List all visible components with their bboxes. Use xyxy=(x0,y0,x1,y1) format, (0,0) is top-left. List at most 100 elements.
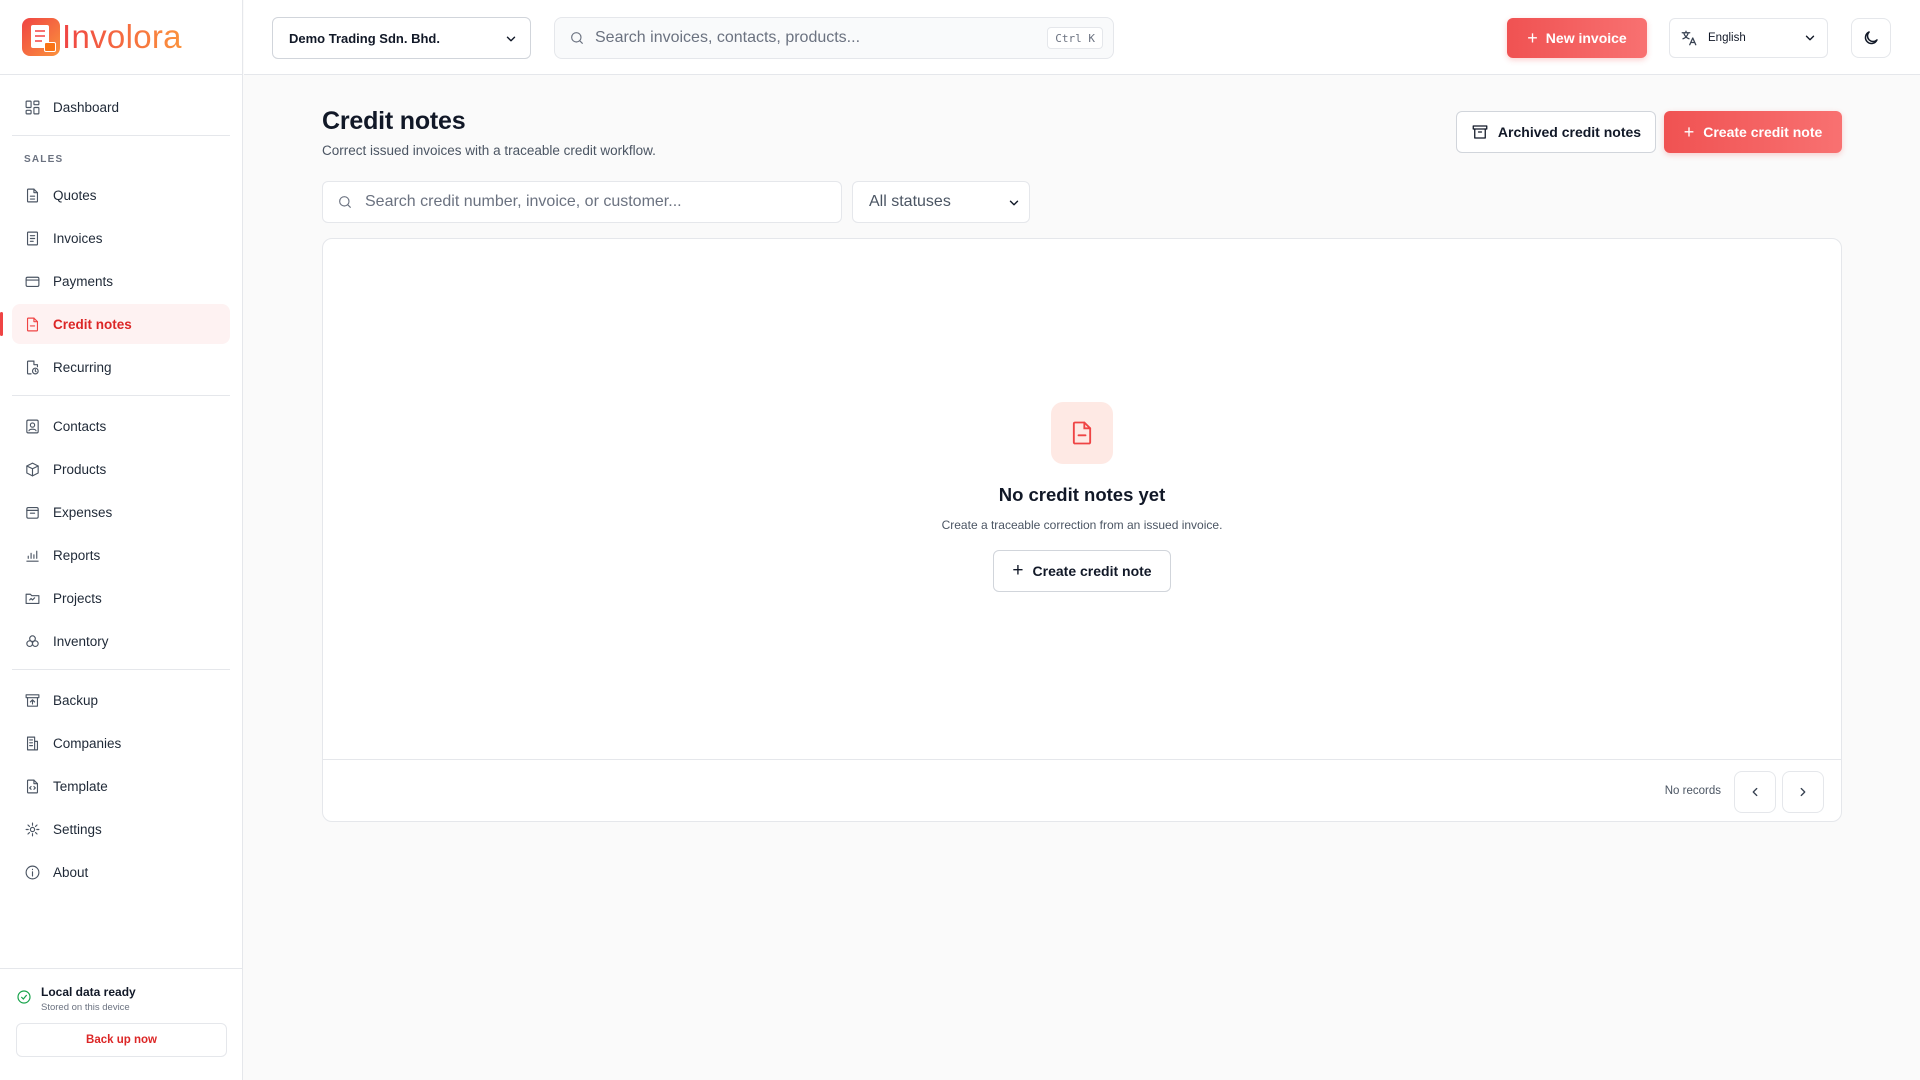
archive-upload-icon xyxy=(25,693,40,707)
sidebar-item-label: Recurring xyxy=(53,359,112,375)
sidebar-item-contacts[interactable]: Contacts xyxy=(12,406,230,446)
archived-button-label: Archived credit notes xyxy=(1497,124,1642,140)
sidebar-item-expenses[interactable]: Expenses xyxy=(12,492,230,532)
sidebar-item-label: Reports xyxy=(53,547,101,563)
local-data-status: Local data ready Stored on this device xyxy=(16,985,227,1013)
app-name: Involora xyxy=(62,18,182,55)
empty-state-icon xyxy=(1051,402,1113,464)
sidebar-item-label: Companies xyxy=(53,735,122,751)
empty-button-label: Create credit note xyxy=(1032,563,1152,579)
search-icon xyxy=(339,196,351,208)
sidebar-item-label: Credit notes xyxy=(53,316,132,332)
sidebar-item-template[interactable]: Template xyxy=(12,766,230,806)
previous-page-button[interactable] xyxy=(1734,771,1776,813)
archived-credit-notes-button[interactable]: Archived credit notes xyxy=(1456,111,1656,153)
next-page-button[interactable] xyxy=(1782,771,1824,813)
chart-icon xyxy=(26,550,39,562)
sidebar-item-label: Contacts xyxy=(53,418,107,434)
new-invoice-label: New invoice xyxy=(1545,30,1627,46)
sidebar-item-label: Dashboard xyxy=(53,99,120,115)
sidebar-item-label: Projects xyxy=(53,590,102,606)
status-filter-select[interactable]: All statuses xyxy=(852,181,1030,223)
section-heading-sales: SALES xyxy=(24,154,64,165)
divider xyxy=(12,669,230,670)
chevron-down-icon xyxy=(1805,35,1815,41)
credit-note-search-input[interactable]: Search credit number, invoice, or custom… xyxy=(322,181,842,223)
sidebar-item-settings[interactable]: Settings xyxy=(12,809,230,849)
sidebar-item-backup[interactable]: Backup xyxy=(12,680,230,720)
sidebar-item-inventory[interactable]: Inventory xyxy=(12,621,230,661)
company-select[interactable]: Demo Trading Sdn. Bhd. xyxy=(272,17,531,59)
back-up-now-button[interactable]: Back up now xyxy=(16,1023,227,1057)
sidebar-item-label: Quotes xyxy=(53,187,97,203)
chevron-down-icon xyxy=(506,36,516,42)
chevron-right-icon xyxy=(1800,787,1806,797)
gear-icon xyxy=(25,822,40,836)
sidebar-item-companies[interactable]: Companies xyxy=(12,723,230,763)
company-select-value: Demo Trading Sdn. Bhd. xyxy=(289,30,440,46)
file-minus-icon xyxy=(1072,421,1092,445)
empty-state-subtitle: Create a traceable correction from an is… xyxy=(941,518,1223,532)
sidebar-item-quotes[interactable]: Quotes xyxy=(12,175,230,215)
divider xyxy=(12,135,230,136)
sidebar-item-projects[interactable]: Projects xyxy=(12,578,230,618)
sidebar-item-credit-notes[interactable]: Credit notes xyxy=(0,304,230,344)
empty-create-credit-note-button[interactable]: + Create credit note xyxy=(993,550,1171,592)
translate-icon xyxy=(1681,30,1697,46)
sidebar-item-label: Products xyxy=(53,461,107,477)
plus-icon: + xyxy=(1527,27,1538,48)
sidebar-item-label: Template xyxy=(53,778,108,794)
sidebar-nav: Dashboard SALES Quotes Invoices Payments… xyxy=(0,75,242,892)
sidebar-item-label: About xyxy=(53,864,89,880)
package-icon xyxy=(26,462,39,476)
brand[interactable]: Involora xyxy=(0,0,242,75)
create-button-label: Create credit note xyxy=(1703,124,1823,140)
chevron-left-icon xyxy=(1752,787,1758,797)
sidebar-item-products[interactable]: Products xyxy=(12,449,230,489)
plus-icon: + xyxy=(1012,560,1024,581)
divider xyxy=(12,395,230,396)
search-icon xyxy=(571,32,583,44)
sidebar-item-label: Backup xyxy=(53,692,99,708)
sidebar-item-label: Payments xyxy=(53,273,114,289)
sidebar-item-label: Inventory xyxy=(53,633,109,649)
contact-icon xyxy=(26,419,39,433)
repeat-file-icon xyxy=(26,360,39,374)
global-search-placeholder: Search invoices, contacts, products... xyxy=(595,29,861,46)
sidebar-item-dashboard[interactable]: Dashboard xyxy=(12,87,230,127)
pagination-bar: No records xyxy=(323,759,1841,822)
sidebar-item-label: Settings xyxy=(53,821,102,837)
sidebar-item-recurring[interactable]: Recurring xyxy=(12,347,230,387)
dashboard-icon xyxy=(25,100,40,114)
sidebar-item-invoices[interactable]: Invoices xyxy=(12,218,230,258)
status-filter-value: All statuses xyxy=(869,193,951,210)
chevron-down-icon xyxy=(1009,200,1019,206)
moon-icon xyxy=(1864,31,1878,45)
credit-card-icon xyxy=(25,276,40,287)
logo-icon xyxy=(22,18,60,56)
receipt-icon xyxy=(26,231,39,245)
new-invoice-button[interactable]: + New invoice xyxy=(1507,18,1647,58)
info-icon xyxy=(25,865,40,879)
status-title: Local data ready xyxy=(41,985,136,999)
page-title: Credit notes xyxy=(322,107,466,135)
global-search[interactable]: Search invoices, contacts, products... C… xyxy=(554,17,1114,59)
page-subtitle: Correct issued invoices with a traceable… xyxy=(322,143,656,158)
create-credit-note-button[interactable]: + Create credit note xyxy=(1664,111,1842,153)
sidebar-item-payments[interactable]: Payments xyxy=(12,261,230,301)
archive-icon xyxy=(1472,125,1488,139)
file-minus-icon xyxy=(26,317,39,331)
sidebar-footer: Local data ready Stored on this device B… xyxy=(0,968,243,1080)
sidebar-item-label: Expenses xyxy=(53,504,113,520)
boxes-icon xyxy=(26,634,39,647)
theme-toggle-button[interactable] xyxy=(1851,18,1891,58)
status-subtitle: Stored on this device xyxy=(41,1002,130,1013)
sidebar-item-about[interactable]: About xyxy=(12,852,230,892)
language-select[interactable]: English xyxy=(1669,18,1828,58)
empty-state: No credit notes yet Create a traceable c… xyxy=(323,239,1841,759)
credit-notes-table-card: No credit notes yet Create a traceable c… xyxy=(322,238,1842,822)
file-text-icon xyxy=(26,188,39,202)
check-circle-icon xyxy=(17,990,31,1004)
folder-icon xyxy=(25,593,40,604)
sidebar-item-reports[interactable]: Reports xyxy=(12,535,230,575)
